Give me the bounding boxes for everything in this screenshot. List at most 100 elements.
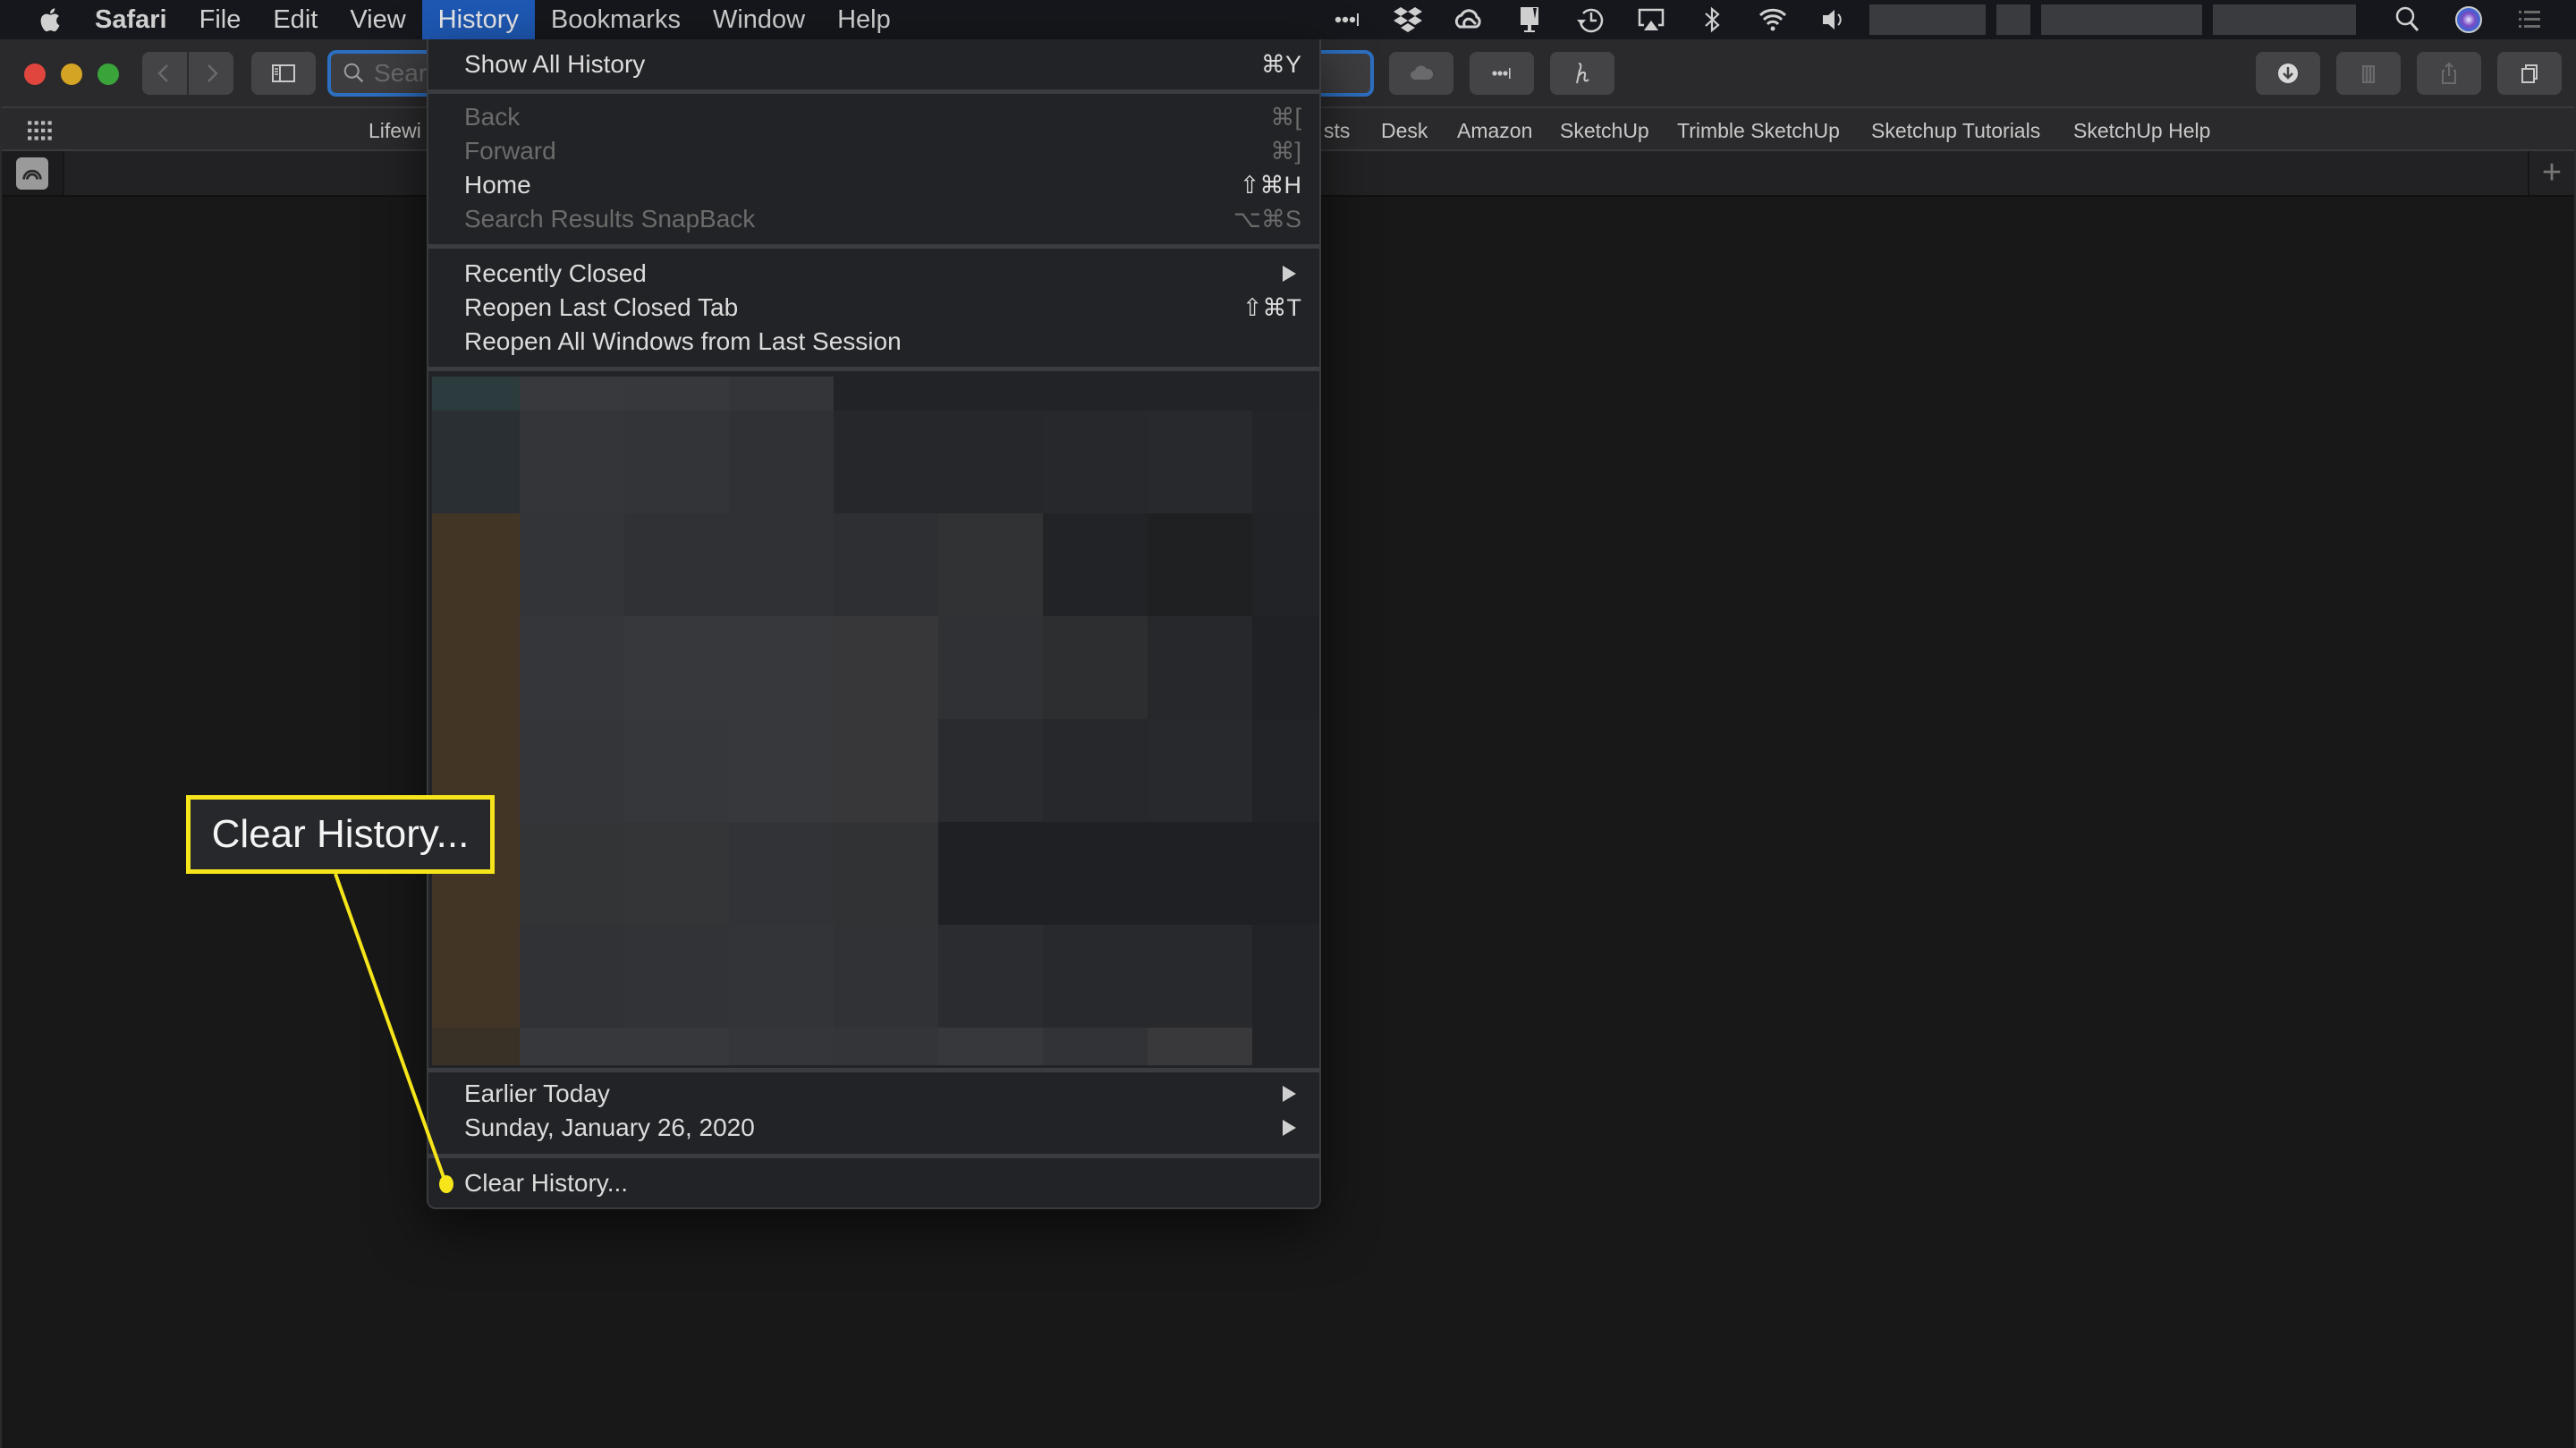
redacted-pixel <box>938 411 1043 513</box>
redacted-pixel <box>729 513 834 616</box>
redacted-pixel <box>834 719 938 822</box>
redacted-pixel <box>1252 925 1319 1028</box>
zoom-window-button[interactable] <box>97 64 119 85</box>
bookmark-item[interactable]: sts <box>1324 119 1350 143</box>
cloud-icon <box>1411 65 1434 80</box>
bookmark-item[interactable]: SketchUp Help <box>2073 119 2210 143</box>
tab-overview-button[interactable] <box>2497 52 2562 95</box>
honey-extension-button[interactable] <box>1550 52 1614 95</box>
menu-bar: Safari File Edit View History Bookmarks … <box>0 0 2576 39</box>
menu-item-label: Earlier Today <box>464 1080 610 1107</box>
forward-button[interactable] <box>189 52 233 95</box>
airplay-icon[interactable] <box>1631 0 1671 39</box>
menu-item-label: Sunday, January 26, 2020 <box>464 1114 755 1141</box>
redacted-pixel <box>729 1028 834 1065</box>
menu-item-label: Reopen Last Closed Tab <box>464 293 739 321</box>
menu-bookmarks[interactable]: Bookmarks <box>535 0 697 39</box>
bookmark-item[interactable]: Desk <box>1381 119 1428 143</box>
more-dots-icon[interactable] <box>1327 0 1367 39</box>
time-machine-icon[interactable] <box>1571 0 1610 39</box>
menu-item-label: Clear History... <box>464 1169 629 1197</box>
minimize-window-button[interactable] <box>61 64 82 85</box>
chevron-right-icon <box>208 64 218 82</box>
redacted-pixel <box>432 377 520 411</box>
tabs-icon <box>2521 64 2538 83</box>
bookmark-item[interactable]: Sketchup Tutorials <box>1871 119 2040 143</box>
menu-item-show-all-history[interactable]: Show All History ⌘Y <box>428 47 1319 81</box>
redacted-pixel <box>938 822 1043 925</box>
menu-view[interactable]: View <box>334 0 421 39</box>
menu-item-sunday-jan-26-2020[interactable]: Sunday, January 26, 2020 <box>428 1111 1319 1145</box>
honey-icon <box>1576 63 1589 84</box>
redacted-pixel <box>834 411 938 513</box>
redacted-pixel <box>520 822 624 925</box>
volume-icon[interactable] <box>1814 0 1853 39</box>
menu-item-label: Reopen All Windows from Last Session <box>464 327 902 355</box>
bookmark-item[interactable]: Trimble SketchUp <box>1677 119 1840 143</box>
redacted-pixel <box>1043 719 1148 822</box>
spotlight-search-icon[interactable] <box>2388 0 2428 39</box>
menu-item-search-results-snapback: Search Results SnapBack ⌥⌘S <box>428 202 1319 236</box>
redacted-pixel <box>624 719 729 822</box>
redacted-pixel <box>1043 513 1148 616</box>
redacted-pixel <box>1252 616 1319 719</box>
menu-separator <box>428 1154 1319 1158</box>
redacted-pixel <box>624 1028 729 1065</box>
menu-item-recently-closed[interactable]: Recently Closed <box>428 257 1319 291</box>
redacted-pixel <box>938 719 1043 822</box>
submenu-arrow-icon <box>1283 1120 1296 1136</box>
menu-item-reopen-last-closed-tab[interactable]: Reopen Last Closed Tab ⇧⌘T <box>428 291 1319 325</box>
menu-history[interactable]: History <box>421 0 535 39</box>
share-button[interactable] <box>2417 52 2481 95</box>
menu-edit[interactable]: Edit <box>257 0 334 39</box>
menu-file[interactable]: File <box>183 0 258 39</box>
redacted-pixel <box>520 411 624 513</box>
display-icon[interactable] <box>1510 0 1549 39</box>
redacted-pixel <box>1252 411 1319 513</box>
redacted-pixel <box>938 925 1043 1028</box>
bookmark-item[interactable]: Lifewi <box>369 119 421 143</box>
menu-window[interactable]: Window <box>697 0 821 39</box>
redacted-pixel <box>624 377 729 411</box>
submenu-arrow-icon <box>1283 266 1296 282</box>
siri-icon[interactable] <box>2449 0 2488 39</box>
password-extension-button[interactable] <box>1470 52 1534 95</box>
top-sites-grid-icon[interactable] <box>27 119 55 142</box>
wifi-icon[interactable] <box>1753 0 1792 39</box>
menu-item-clear-history[interactable]: Clear History... <box>428 1166 1319 1200</box>
search-icon <box>343 63 364 83</box>
menu-separator <box>428 244 1319 249</box>
redacted-status-item <box>1869 4 1986 35</box>
menu-item-label: Recently Closed <box>464 259 647 287</box>
menu-item-home[interactable]: Home ⇧⌘H <box>428 168 1319 202</box>
icloud-tabs-button[interactable] <box>1389 52 1453 95</box>
redacted-pixel <box>1043 925 1148 1028</box>
close-window-button[interactable] <box>24 64 46 85</box>
sidebar-toggle-button[interactable] <box>251 52 316 95</box>
menu-help[interactable]: Help <box>821 0 907 39</box>
redacted-pixel <box>938 1028 1043 1065</box>
menu-item-shortcut: ⌘[ <box>1270 103 1301 131</box>
menu-item-earlier-today[interactable]: Earlier Today <box>428 1077 1319 1111</box>
redacted-pixel <box>1148 513 1252 616</box>
bookmark-item[interactable]: SketchUp <box>1560 119 1649 143</box>
back-button[interactable] <box>142 52 187 95</box>
redacted-history-entries <box>432 377 1319 1065</box>
redacted-pixel <box>1252 1028 1319 1065</box>
menu-item-reopen-all-windows[interactable]: Reopen All Windows from Last Session <box>428 325 1319 359</box>
menu-safari[interactable]: Safari <box>79 0 183 39</box>
apple-menu[interactable] <box>32 0 66 39</box>
bluetooth-icon[interactable] <box>1692 0 1732 39</box>
downloads-button[interactable] <box>2256 52 2320 95</box>
reading-list-button[interactable] <box>2336 52 2401 95</box>
redacted-pixel <box>834 513 938 616</box>
notification-center-icon[interactable] <box>2510 0 2549 39</box>
menu-item-shortcut: ⌘] <box>1270 137 1301 165</box>
pinned-tab[interactable] <box>2 151 64 195</box>
bookmark-item[interactable]: Amazon <box>1457 119 1532 143</box>
submenu-arrow-icon <box>1283 1086 1296 1102</box>
redacted-pixel <box>624 616 729 719</box>
creative-cloud-icon[interactable] <box>1449 0 1488 39</box>
new-tab-button[interactable]: + <box>2528 151 2574 195</box>
dropbox-icon[interactable] <box>1388 0 1428 39</box>
